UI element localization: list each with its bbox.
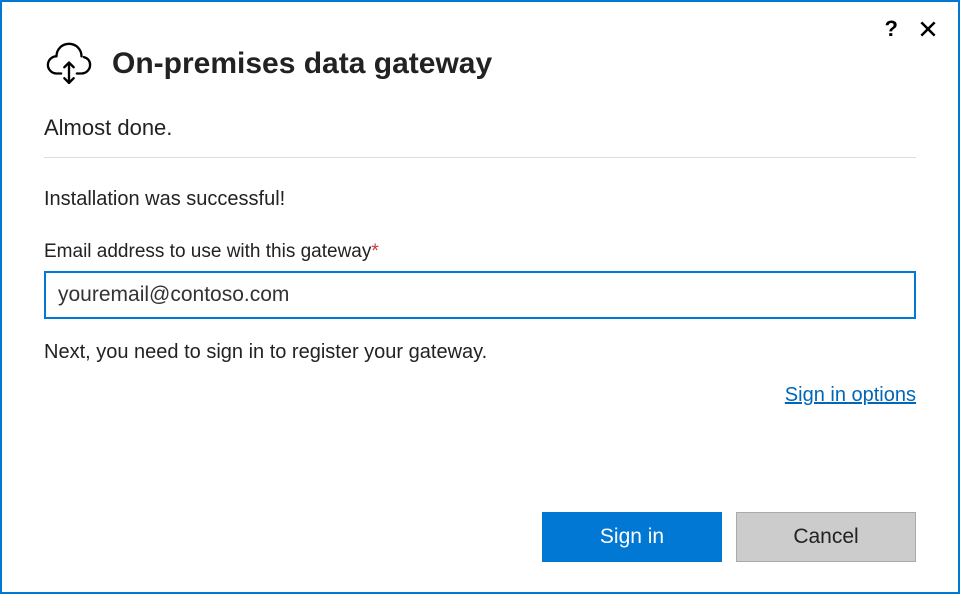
page-title: On-premises data gateway (112, 47, 492, 81)
divider (44, 157, 916, 158)
header-row: On-premises data gateway (44, 36, 916, 91)
content-area: On-premises data gateway Almost done. In… (2, 2, 958, 407)
footer-buttons: Sign in Cancel (542, 512, 916, 562)
email-label: Email address to use with this gateway* (44, 241, 916, 263)
email-label-text: Email address to use with this gateway (44, 241, 371, 262)
help-icon[interactable]: ? (885, 16, 898, 42)
signin-button[interactable]: Sign in (542, 512, 722, 562)
gateway-installer-window: ? On-premises data gateway Almost done. … (0, 0, 960, 594)
signin-options-link[interactable]: Sign in options (785, 384, 916, 406)
cloud-sync-icon (44, 36, 94, 91)
cancel-button[interactable]: Cancel (736, 512, 916, 562)
email-field[interactable] (44, 271, 916, 319)
required-mark: * (371, 241, 378, 262)
subtitle: Almost done. (44, 115, 916, 141)
next-step-message: Next, you need to sign in to register yo… (44, 341, 916, 364)
close-icon-svg (918, 19, 938, 39)
titlebar-controls: ? (885, 16, 938, 42)
success-message: Installation was successful! (44, 188, 916, 211)
signin-options-row: Sign in options (44, 384, 916, 407)
close-icon[interactable] (918, 19, 938, 39)
